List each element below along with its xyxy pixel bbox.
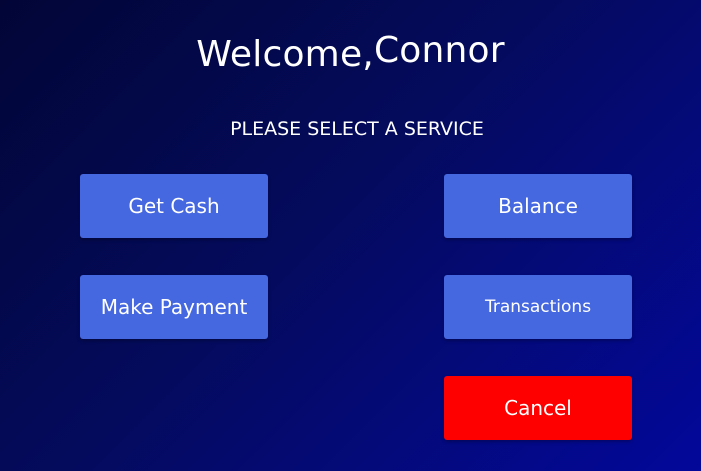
cancel-label: Cancel <box>504 396 572 420</box>
welcome-greeting: Welcome, <box>196 34 374 75</box>
balance-button[interactable]: Balance <box>444 174 632 238</box>
user-name: Connor <box>373 30 505 71</box>
atm-screen: Welcome,Connor PLEASE SELECT A SERVICE G… <box>0 0 701 471</box>
get-cash-button[interactable]: Get Cash <box>80 174 268 238</box>
transactions-label: Transactions <box>484 297 592 317</box>
make-payment-button[interactable]: Make Payment <box>80 275 268 339</box>
welcome-heading: Welcome,Connor <box>0 30 701 80</box>
service-prompt: PLEASE SELECT A SERVICE <box>230 118 484 140</box>
balance-label: Balance <box>498 194 578 218</box>
cancel-button[interactable]: Cancel <box>444 376 632 440</box>
transactions-button[interactable]: Transactions <box>444 275 632 339</box>
get-cash-label: Get Cash <box>128 194 220 218</box>
make-payment-label: Make Payment <box>100 295 248 319</box>
